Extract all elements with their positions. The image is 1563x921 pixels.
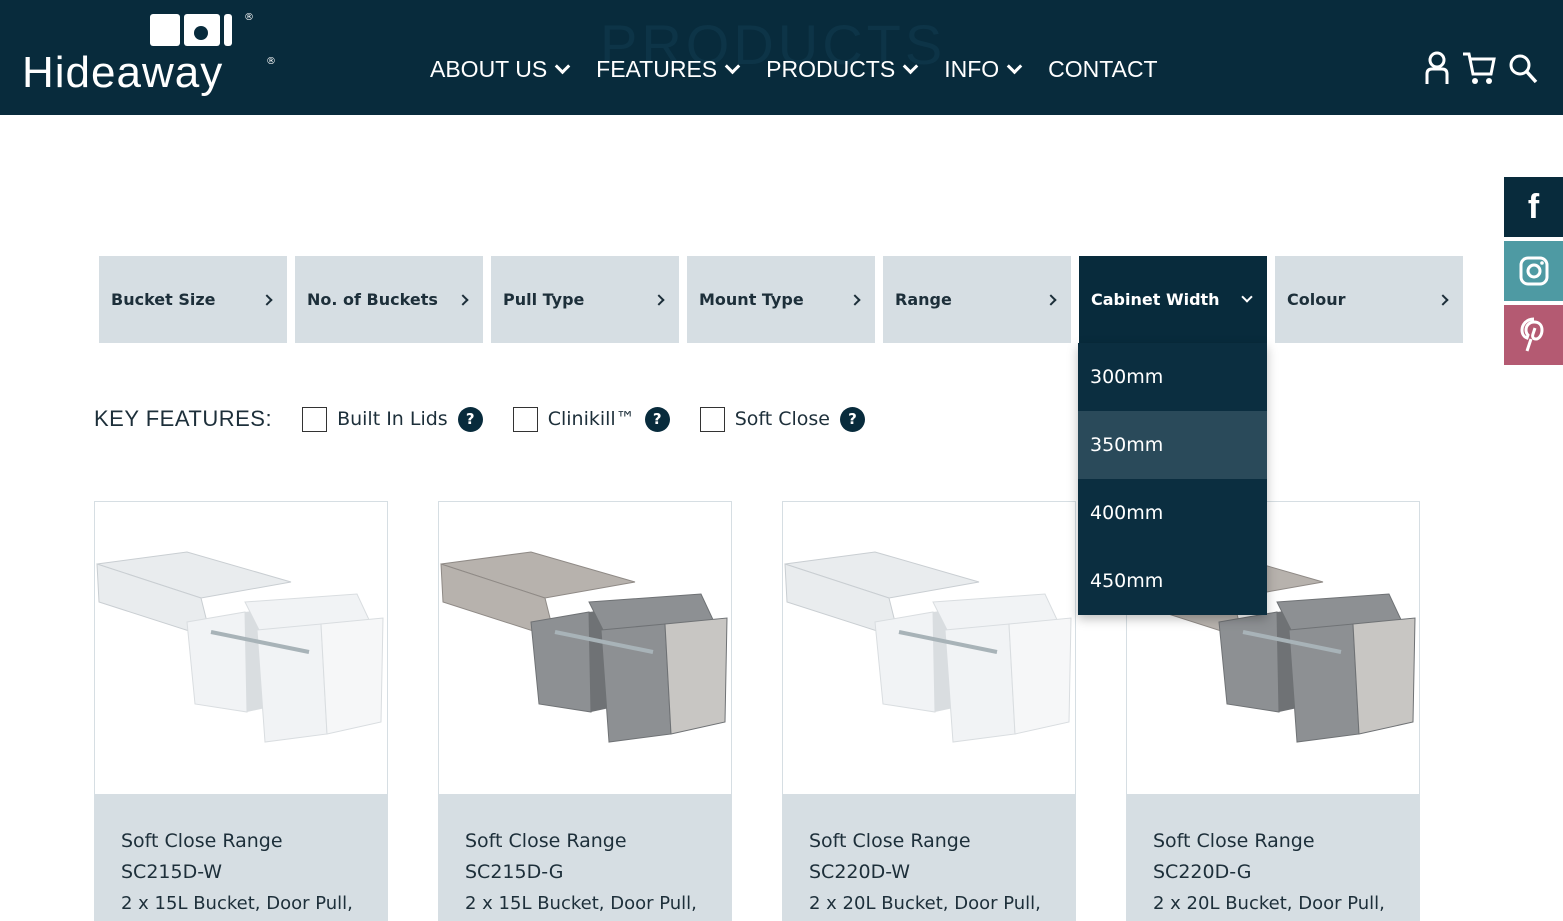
bin-illustration: [784, 551, 1072, 743]
product-image: [439, 502, 731, 794]
product-card[interactable]: Soft Close Range SC220D-W 2 x 20L Bucket…: [782, 501, 1076, 921]
social-sidebar: f: [1504, 177, 1563, 369]
product-card[interactable]: Soft Close Range SC215D-G 2 x 15L Bucket…: [438, 501, 732, 921]
feature-label: Built In Lids: [337, 408, 448, 430]
chevron-down-icon: [1006, 58, 1023, 75]
logo-mark: [150, 14, 232, 46]
filter-bucket-size[interactable]: Bucket Size: [99, 256, 287, 343]
product-description: 2 x 15L Bucket, Door Pull,: [465, 893, 697, 914]
pinterest-icon: [1519, 317, 1544, 352]
product-info: Soft Close Range SC220D-G 2 x 20L Bucket…: [1127, 794, 1419, 921]
filter-mount-type[interactable]: Mount Type: [687, 256, 875, 343]
chevron-right-icon: [1437, 293, 1449, 306]
feature-clinikill: Clinikill™ ?: [512, 406, 670, 432]
user-icon[interactable]: [1424, 50, 1450, 86]
filter-range[interactable]: Range: [883, 256, 1071, 343]
filter-colour[interactable]: Colour: [1275, 256, 1463, 343]
chevron-down-icon: [902, 58, 919, 75]
chevron-down-icon: [554, 58, 571, 75]
help-icon[interactable]: ?: [840, 406, 865, 432]
search-icon[interactable]: [1508, 51, 1538, 85]
product-name: Soft Close Range SC220D-G: [1153, 830, 1315, 883]
filter-bar: Bucket Size No. of Buckets Pull Type Mou…: [99, 256, 1463, 343]
clinikill-checkbox[interactable]: [512, 406, 538, 432]
site-header: PRODUCTS ® Hideaway ® ABOUT US FEATURES …: [0, 0, 1563, 115]
chevron-down-icon: [724, 58, 741, 75]
soft-close-checkbox[interactable]: [699, 406, 725, 432]
product-name: Soft Close Range SC215D-G: [465, 830, 627, 883]
product-image: [95, 502, 387, 794]
dropdown-option-450mm[interactable]: 450mm: [1078, 547, 1267, 615]
nav-products[interactable]: PRODUCTS: [766, 56, 919, 83]
feature-label: Soft Close: [734, 408, 830, 430]
product-description: 2 x 20L Bucket, Door Pull,: [809, 893, 1041, 914]
dropdown-option-400mm[interactable]: 400mm: [1078, 479, 1267, 547]
product-info: Soft Close Range SC215D-W 2 x 15L Bucket…: [95, 794, 387, 921]
cart-icon[interactable]: [1462, 50, 1496, 86]
product-card[interactable]: Soft Close Range SC215D-W 2 x 15L Bucket…: [94, 501, 388, 921]
product-info: Soft Close Range SC215D-G 2 x 15L Bucket…: [439, 794, 731, 921]
key-features: KEY FEATURES: Built In Lids ? Clinikill™…: [94, 406, 895, 432]
product-description: 2 x 20L Bucket, Door Pull,: [1153, 893, 1385, 914]
product-name: Soft Close Range SC220D-W: [809, 830, 971, 883]
product-name: Soft Close Range SC215D-W: [121, 830, 283, 883]
chevron-right-icon: [653, 293, 665, 306]
product-image: [783, 502, 1075, 794]
instagram-icon: [1519, 256, 1548, 286]
pinterest-link[interactable]: [1504, 305, 1563, 365]
nav-features[interactable]: FEATURES: [596, 56, 741, 83]
help-icon[interactable]: ?: [644, 406, 670, 432]
main-nav: ABOUT US FEATURES PRODUCTS INFO CONTACT: [430, 56, 1158, 83]
built-in-lids-checkbox[interactable]: [302, 406, 328, 432]
nav-contact[interactable]: CONTACT: [1048, 56, 1157, 83]
dropdown-option-300mm[interactable]: 300mm: [1078, 343, 1267, 411]
feature-label: Clinikill™: [547, 408, 635, 430]
chevron-right-icon: [261, 293, 273, 306]
nav-about-us[interactable]: ABOUT US: [430, 56, 571, 83]
bin-illustration: [96, 551, 384, 743]
chevron-right-icon: [849, 293, 861, 306]
header-icons: [1424, 50, 1538, 86]
help-icon[interactable]: ?: [457, 406, 483, 432]
nav-info[interactable]: INFO: [944, 56, 1023, 83]
filter-no-of-buckets[interactable]: No. of Buckets: [295, 256, 483, 343]
facebook-icon: f: [1527, 187, 1540, 226]
product-info: Soft Close Range SC220D-W 2 x 20L Bucket…: [783, 794, 1075, 921]
bin-illustration: [440, 551, 728, 743]
feature-built-in-lids: Built In Lids ?: [302, 406, 483, 432]
logo-wordmark: Hideaway: [22, 48, 224, 97]
cabinet-width-dropdown: 300mm 350mm 400mm 450mm: [1078, 343, 1267, 615]
chevron-right-icon: [457, 293, 469, 306]
chevron-right-icon: [1045, 293, 1057, 306]
facebook-link[interactable]: f: [1504, 177, 1563, 237]
chevron-down-icon: [1241, 290, 1253, 303]
instagram-link[interactable]: [1504, 241, 1563, 301]
feature-soft-close: Soft Close ?: [699, 406, 865, 432]
key-features-title: KEY FEATURES:: [94, 406, 273, 431]
hideaway-logo[interactable]: ® Hideaway ®: [22, 12, 282, 102]
filter-cabinet-width[interactable]: Cabinet Width: [1079, 256, 1267, 343]
dropdown-option-350mm[interactable]: 350mm: [1078, 411, 1267, 479]
product-description: 2 x 15L Bucket, Door Pull,: [121, 893, 353, 914]
filter-pull-type[interactable]: Pull Type: [491, 256, 679, 343]
